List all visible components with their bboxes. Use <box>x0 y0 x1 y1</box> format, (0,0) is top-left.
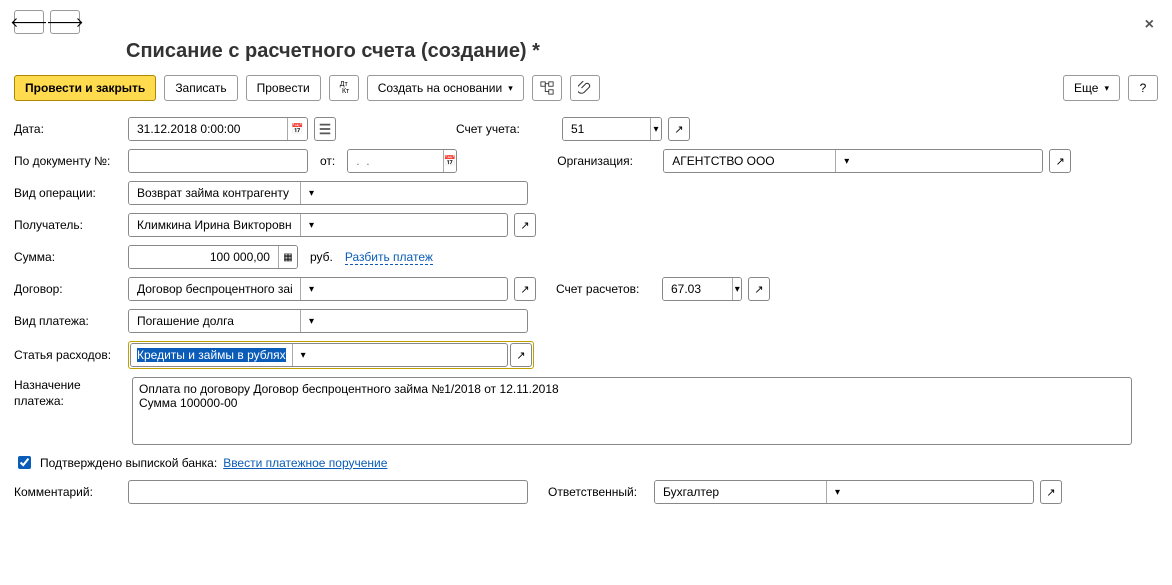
recipient-input[interactable] <box>135 217 294 233</box>
expense-label: Статья расходов: <box>14 348 122 362</box>
responsible-input[interactable] <box>661 484 820 500</box>
sum-input[interactable] <box>135 249 272 265</box>
enter-payment-order-link[interactable]: Ввести платежное поручение <box>223 456 387 470</box>
account-open-button[interactable]: ↗ <box>668 117 690 141</box>
list-icon <box>318 122 332 136</box>
responsible-label: Ответственный: <box>548 485 648 499</box>
from-label: от: <box>320 154 335 168</box>
help-button[interactable]: ? <box>1128 75 1158 101</box>
dropdown-icon[interactable]: ▾ <box>650 118 661 140</box>
responsible-open-button[interactable]: ↗ <box>1040 480 1062 504</box>
pay-type-input[interactable] <box>135 313 294 329</box>
contract-input[interactable] <box>135 281 294 297</box>
create-based-button[interactable]: Создать на основании <box>367 75 524 101</box>
dt-kt-button[interactable]: Дт Кт <box>329 75 359 101</box>
tree-icon <box>540 81 554 95</box>
account-input[interactable] <box>569 121 644 137</box>
contract-label: Договор: <box>14 282 122 296</box>
purpose-textarea[interactable] <box>132 377 1132 445</box>
dropdown-icon[interactable]: ▾ <box>826 481 848 503</box>
dropdown-icon[interactable]: ▾ <box>300 278 322 300</box>
account-label: Счет учета: <box>456 122 556 136</box>
attach-button[interactable] <box>570 75 600 101</box>
comment-label: Комментарий: <box>14 485 122 499</box>
close-icon[interactable]: × <box>1145 16 1154 34</box>
date-label: Дата: <box>14 122 122 136</box>
nav-back-button[interactable]: 🡐 <box>14 10 44 34</box>
dropdown-icon[interactable]: ▾ <box>300 214 322 236</box>
structure-button[interactable] <box>532 75 562 101</box>
confirmed-checkbox[interactable] <box>18 456 31 469</box>
expense-open-button[interactable]: ↗ <box>510 343 532 367</box>
more-button[interactable]: Еще <box>1063 75 1120 101</box>
date-extra-button[interactable] <box>314 117 336 141</box>
doc-no-input[interactable] <box>135 153 301 169</box>
calendar-icon[interactable]: 📅 <box>287 118 307 140</box>
sum-label: Сумма: <box>14 250 122 264</box>
purpose-label: Назначениеплатежа: <box>14 377 122 409</box>
settle-acc-input[interactable] <box>669 281 726 297</box>
org-open-button[interactable]: ↗ <box>1049 149 1071 173</box>
org-input[interactable] <box>670 153 829 169</box>
confirmed-label: Подтверждено выпиской банка: <box>40 456 217 470</box>
pay-type-label: Вид платежа: <box>14 314 122 328</box>
doc-no-label: По документу №: <box>14 154 122 168</box>
date-input[interactable] <box>135 121 281 137</box>
dropdown-icon[interactable]: ▾ <box>292 344 314 366</box>
calendar-icon[interactable]: 📅 <box>443 150 456 172</box>
org-label: Организация: <box>557 154 657 168</box>
dropdown-icon[interactable]: ▾ <box>835 150 857 172</box>
dropdown-icon[interactable]: ▾ <box>732 278 741 300</box>
page-title: Списание с расчетного счета (создание) * <box>126 40 1158 63</box>
split-payment-link[interactable]: Разбить платеж <box>345 250 433 265</box>
doc-date-input[interactable] <box>354 153 437 169</box>
settle-acc-label: Счет расчетов: <box>556 282 656 296</box>
dropdown-icon[interactable]: ▾ <box>300 182 322 204</box>
settle-acc-open-button[interactable]: ↗ <box>748 277 770 301</box>
calculator-icon[interactable]: ▦ <box>278 246 297 268</box>
paperclip-icon <box>578 81 592 95</box>
expense-input[interactable]: Кредиты и займы в рублях <box>137 348 286 362</box>
write-button[interactable]: Записать <box>164 75 237 101</box>
contract-open-button[interactable]: ↗ <box>514 277 536 301</box>
dropdown-icon[interactable]: ▾ <box>300 310 322 332</box>
recipient-open-button[interactable]: ↗ <box>514 213 536 237</box>
comment-input[interactable] <box>135 484 521 500</box>
currency-label: руб. <box>310 250 333 264</box>
op-type-input[interactable] <box>135 185 294 201</box>
recipient-label: Получатель: <box>14 218 122 232</box>
post-and-close-button[interactable]: Провести и закрыть <box>14 75 156 101</box>
nav-forward-button[interactable]: 🡒 <box>50 10 80 34</box>
op-type-label: Вид операции: <box>14 186 122 200</box>
post-button[interactable]: Провести <box>246 75 321 101</box>
